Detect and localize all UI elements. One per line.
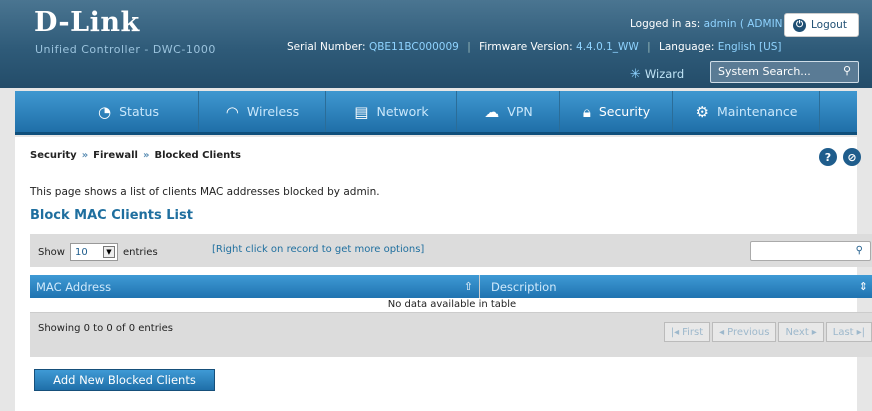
table-header: MAC Address ⇧ Description ⇕ — [30, 275, 872, 298]
column-description[interactable]: Description ⇕ — [481, 275, 872, 298]
system-search-placeholder: System Search... — [718, 65, 811, 78]
monitor-icon: ▤ — [354, 102, 369, 121]
nav-maintenance[interactable]: ⚙ Maintenance — [674, 91, 820, 132]
entries-control: Show 10 ▼ entries — [38, 243, 158, 261]
logout-label: Logout — [811, 19, 847, 31]
main-nav: ◔ Status ◠ Wireless ▤ Network ☁ VPN 🔒︎ S… — [15, 91, 857, 135]
nav-security[interactable]: 🔒︎ Security — [561, 91, 673, 132]
previous-icon: ◂ — [719, 326, 725, 338]
entries-value: 10 — [74, 246, 88, 258]
help-icon[interactable]: ? — [819, 148, 837, 166]
previous-page-button[interactable]: ◂ Previous — [712, 322, 777, 342]
serial-value: QBE11BC000009 — [368, 41, 459, 53]
system-search-input[interactable]: System Search... ⚲ — [710, 61, 859, 83]
column-label: Description — [491, 279, 557, 294]
firmware-label: Firmware Version: — [479, 41, 573, 53]
info-icon[interactable]: ⊘ — [843, 148, 861, 166]
language-label: Language: — [659, 41, 715, 53]
breadcrumb-item[interactable]: Security — [30, 150, 77, 161]
serial-label: Serial Number: — [287, 41, 366, 53]
dlink-logo: D-Link — [34, 7, 140, 38]
next-page-button[interactable]: Next ▸ — [778, 322, 824, 342]
product-subtitle: Unified Controller - DWC-1000 — [35, 43, 216, 56]
logged-user: admin ( ADMIN ) — [703, 18, 790, 30]
wifi-icon: ◠ — [225, 102, 239, 121]
wizard-label: Wizard — [644, 67, 685, 81]
navbar: ◔ Status ◠ Wireless ▤ Network ☁ VPN 🔒︎ S… — [0, 88, 872, 138]
entries-select[interactable]: 10 ▼ — [69, 243, 118, 261]
last-icon: ▸| — [856, 326, 865, 338]
breadcrumb: Security» Firewall» Blocked Clients — [30, 150, 241, 161]
table-toolbar: Show 10 ▼ entries [Right click on record… — [30, 234, 872, 267]
entries-label: entries — [122, 246, 158, 258]
first-icon: |◂ — [670, 326, 680, 338]
search-icon[interactable]: ⚲ — [843, 64, 851, 77]
logged-prefix: Logged in as: — [630, 18, 701, 30]
column-label: MAC Address — [36, 279, 112, 294]
page-description: This page shows a list of clients MAC ad… — [30, 186, 380, 198]
nav-status[interactable]: ◔ Status — [59, 91, 199, 132]
breadcrumb-item[interactable]: Firewall — [93, 150, 138, 161]
firmware-value: 4.4.0.1_WW — [576, 41, 639, 53]
nav-label: Wireless — [246, 104, 300, 119]
column-mac-address[interactable]: MAC Address ⇧ — [30, 275, 480, 298]
wizard-link[interactable]: ✳ Wizard — [630, 67, 684, 82]
lock-icon: 🔒︎ — [582, 102, 591, 121]
show-label: Show — [38, 246, 65, 258]
logout-button[interactable]: ⏻ Logout — [784, 13, 859, 37]
table-footer: Showing 0 to 0 of 0 entries |◂ First ◂ Pre… — [30, 313, 872, 357]
language-value[interactable]: English [US] — [718, 41, 782, 53]
nav-label: Status — [119, 104, 159, 119]
first-page-button[interactable]: |◂ First — [663, 322, 711, 342]
cloud-lock-icon: ☁ — [484, 102, 500, 121]
nav-label: Network — [376, 104, 429, 119]
empty-table-message: No data available in table — [30, 299, 872, 313]
next-icon: ▸ — [811, 326, 817, 338]
section-title: Block MAC Clients List — [30, 208, 193, 223]
nav-network[interactable]: ▤ Network — [327, 91, 457, 132]
pagination: |◂ First ◂ Previous Next ▸ Last ▸| — [663, 322, 872, 342]
gauge-icon: ◔ — [98, 102, 112, 121]
sort-icon: ⇧ — [463, 280, 473, 293]
nav-vpn[interactable]: ☁ VPN — [458, 91, 560, 132]
sort-icon: ⇕ — [858, 280, 868, 293]
power-icon: ⏻ — [793, 18, 806, 32]
logged-in-info: Logged in as: admin ( ADMIN ) — [630, 18, 790, 30]
nav-wireless[interactable]: ◠ Wireless — [200, 91, 326, 132]
nav-label: Maintenance — [716, 104, 798, 119]
add-new-blocked-clients-button[interactable]: Add New Blocked Clients — [34, 369, 215, 391]
header: D-Link Unified Controller - DWC-1000 Log… — [0, 0, 872, 88]
search-icon: ⚲ — [855, 245, 863, 256]
chevron-down-icon: ▼ — [102, 246, 115, 258]
gears-icon: ⚙ — [695, 102, 709, 121]
table-info: Showing 0 to 0 of 0 entries — [38, 323, 173, 334]
nav-label: VPN — [507, 104, 533, 119]
device-info: Serial Number: QBE11BC000009 | Firmware … — [287, 41, 782, 53]
last-page-button[interactable]: Last ▸| — [825, 322, 872, 342]
table-search-input[interactable]: ⚲ — [750, 241, 871, 261]
nav-label: Security — [598, 104, 651, 119]
wizard-icon: ✳ — [630, 67, 641, 82]
table-hint: [Right click on record to get more optio… — [212, 244, 425, 255]
breadcrumb-item: Blocked Clients — [154, 150, 241, 161]
